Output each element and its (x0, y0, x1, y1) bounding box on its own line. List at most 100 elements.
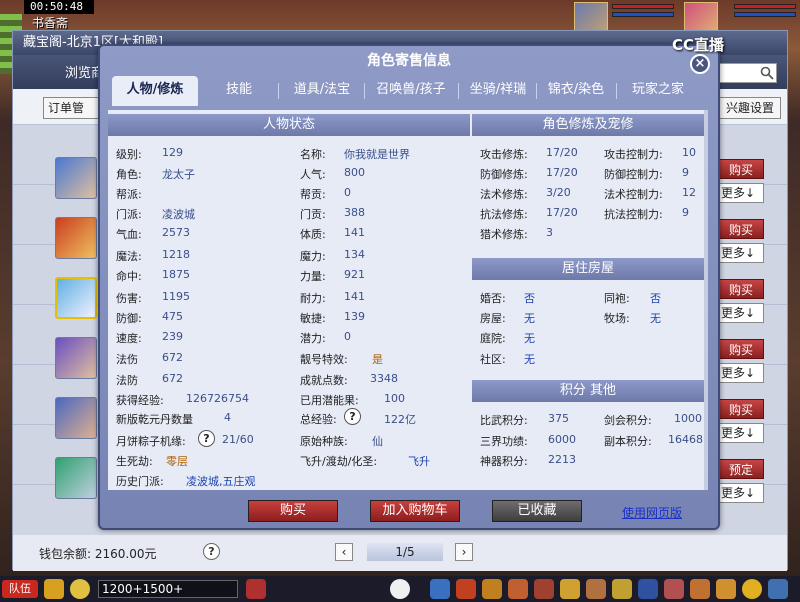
house-value: 无 (650, 312, 661, 325)
buy-button[interactable]: 购买 (718, 219, 764, 239)
used-potential-label: 已用潜能果: (300, 394, 359, 407)
stat-label: 命中: (116, 270, 142, 283)
skill-icon[interactable] (638, 579, 658, 599)
tab-divider (458, 83, 459, 99)
stat-label: 门贡: (300, 208, 326, 221)
item-avatar[interactable] (55, 457, 97, 499)
stat-label: 靓号特效: (300, 353, 348, 366)
tab-home[interactable]: 玩家之家 (618, 76, 698, 104)
trade-icon[interactable] (508, 579, 528, 599)
player-hp-bar (612, 4, 674, 9)
exp-value: 126726754 (186, 392, 249, 405)
stat-value: 0 (344, 330, 351, 343)
content-scrollbar[interactable] (704, 110, 708, 490)
order-manage-button[interactable]: 订单管 (43, 97, 103, 119)
use-web-version-link[interactable]: 使用网页版 (622, 504, 682, 521)
buy-button[interactable]: 购买 (718, 279, 764, 299)
buy-now-button[interactable]: 购买 (248, 500, 338, 522)
tab-pets[interactable]: 召唤兽/孩子 (366, 76, 456, 104)
attack-icon[interactable] (430, 579, 450, 599)
interest-settings-button[interactable]: 兴趣设置 (718, 97, 781, 119)
cult-value: 3 (546, 226, 553, 239)
buy-button[interactable]: 购买 (718, 399, 764, 419)
preset-button[interactable]: 预定 (718, 459, 764, 479)
points-panel-title: 积分 其他 (472, 380, 704, 402)
stat-label: 级别: (116, 148, 142, 161)
guild-icon[interactable] (612, 579, 632, 599)
buy-button[interactable]: 购买 (718, 159, 764, 179)
help-icon[interactable]: ? (203, 543, 220, 560)
item-icon[interactable] (456, 579, 476, 599)
help-icon[interactable]: ? (198, 430, 215, 447)
house-label: 庭院: (480, 332, 506, 345)
quest-icon[interactable] (586, 579, 606, 599)
stat-label: 体质: (300, 228, 326, 241)
game-clock: 00:50:48 (24, 0, 94, 14)
fly-label: 飞升/渡劫/化圣: (300, 455, 378, 468)
tab-items[interactable]: 道具/法宝 (282, 76, 362, 104)
stat-label: 敏捷: (300, 312, 326, 325)
house-value: 否 (650, 292, 661, 305)
team-icon[interactable] (534, 579, 554, 599)
stat-label: 法防 (116, 374, 138, 387)
stat-label: 人气: (300, 168, 326, 181)
prev-page-button[interactable]: ‹ (335, 543, 353, 561)
qianyuan-value: 4 (224, 411, 231, 424)
stat-label: 帮贡: (300, 188, 326, 201)
chat-channel-icon[interactable] (44, 579, 64, 599)
next-page-button[interactable]: › (455, 543, 473, 561)
add-to-cart-button[interactable]: 加入购物车 (370, 500, 460, 522)
tab-skills[interactable]: 技能 (204, 76, 274, 104)
close-icon[interactable]: × (690, 54, 710, 74)
stat-label: 角色: (116, 168, 142, 181)
outer-footer: 钱包余额: 2160.00元 ? ‹ 1/5 › (13, 535, 787, 571)
dialog-title: 角色寄售信息 (367, 53, 451, 69)
tab-mounts[interactable]: 坐骑/祥瑞 (460, 76, 536, 104)
pet-menu-icon[interactable] (560, 579, 580, 599)
send-icon[interactable] (246, 579, 266, 599)
pet-icon[interactable] (390, 579, 410, 599)
chat-input[interactable]: 1200+1500+ (98, 580, 238, 598)
wallet-value: 2160.00元 (94, 547, 157, 561)
team-button[interactable]: 队伍 (2, 580, 38, 598)
stat-label: 速度: (116, 332, 142, 345)
cult-label: 抗法控制力: (604, 208, 663, 221)
more-button[interactable]: 更多↓ (718, 483, 764, 503)
player-mp-bar (612, 12, 674, 17)
origin-value: 仙 (372, 435, 383, 448)
points-label: 比武积分: (480, 414, 528, 427)
system-icon[interactable] (690, 579, 710, 599)
tab-divider (278, 83, 279, 99)
points-value: 6000 (548, 433, 576, 446)
cult-value: 9 (682, 206, 689, 219)
cult-value: 12 (682, 186, 696, 199)
emoji-icon[interactable] (742, 579, 762, 599)
achievement-icon[interactable] (716, 579, 736, 599)
buy-button[interactable]: 购买 (718, 339, 764, 359)
stat-value: 672 (162, 351, 183, 364)
help-icon[interactable]: ? (344, 408, 361, 425)
dialog-actions: 购买 加入购物车 已收藏 使用网页版 (100, 494, 718, 528)
used-potential-value: 100 (384, 392, 405, 405)
stat-value: 0 (344, 186, 351, 199)
points-value: 16468 (668, 433, 703, 446)
cc-live-watermark: CC直播 (672, 34, 724, 55)
history-value: 凌波城,五庄观 (186, 475, 256, 488)
house-label: 牧场: (604, 312, 630, 325)
stat-value: 1195 (162, 290, 190, 303)
friends-icon[interactable] (664, 579, 684, 599)
cult-value: 10 (682, 146, 696, 159)
tab-character[interactable]: 人物/修炼 (112, 76, 198, 106)
tab-outfits[interactable]: 锦衣/染色 (538, 76, 614, 104)
stat-value: 134 (344, 248, 365, 261)
exp-label: 获得经验: (116, 394, 164, 407)
qianyuan-label: 新版乾元丹数量 (116, 413, 193, 426)
zongzi-value: 21/60 (222, 433, 254, 446)
give-icon[interactable] (482, 579, 502, 599)
emote-icon[interactable] (70, 579, 90, 599)
stat-value: 龙太子 (162, 168, 195, 181)
settings-icon[interactable] (768, 579, 788, 599)
favorited-button[interactable]: 已收藏 (492, 500, 582, 522)
tab-divider (616, 83, 617, 99)
pet-mp-bar (734, 12, 796, 17)
